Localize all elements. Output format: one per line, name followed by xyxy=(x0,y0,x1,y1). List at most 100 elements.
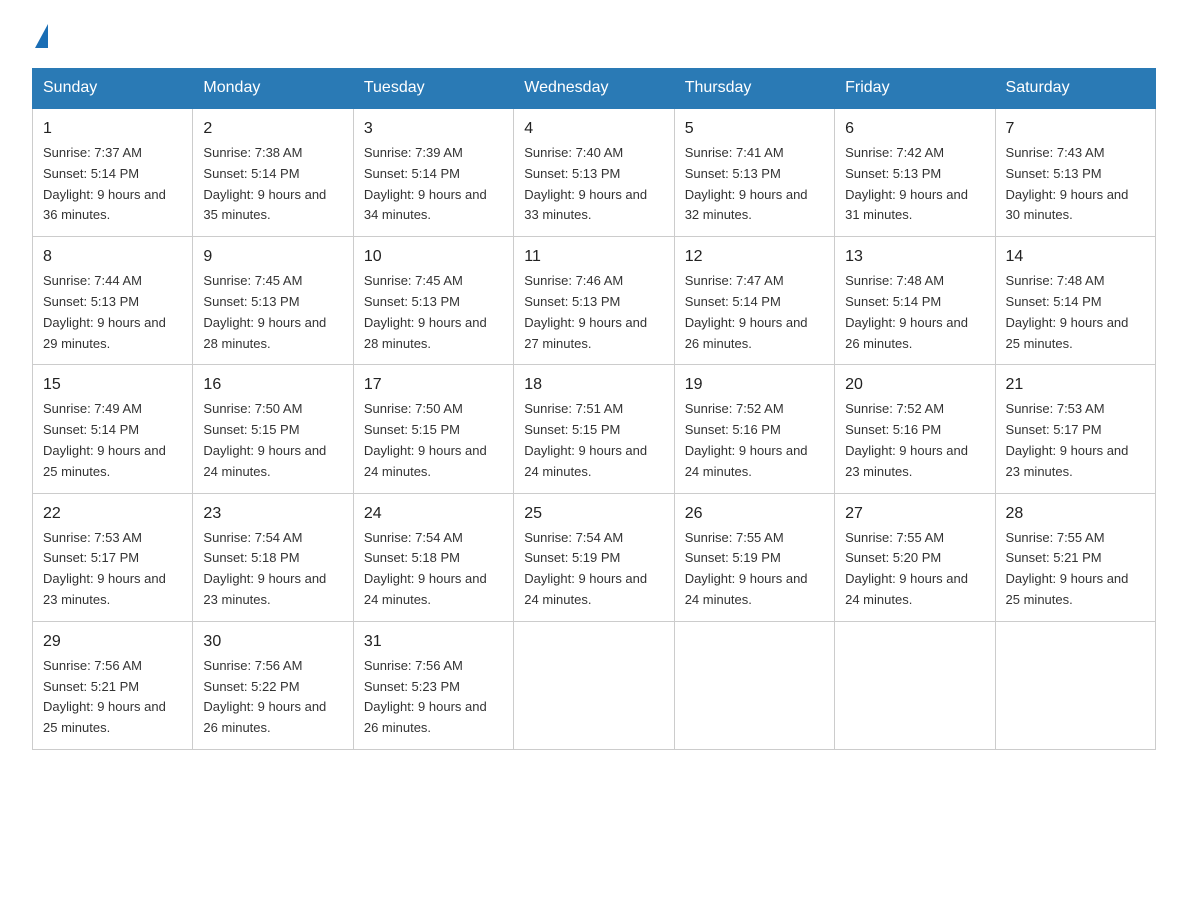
calendar-cell: 30 Sunrise: 7:56 AMSunset: 5:22 PMDayligh… xyxy=(193,621,353,749)
weekday-header-sunday: Sunday xyxy=(33,69,193,109)
day-info: Sunrise: 7:48 AMSunset: 5:14 PMDaylight:… xyxy=(845,273,968,350)
calendar-week-row: 1 Sunrise: 7:37 AMSunset: 5:14 PMDaylight… xyxy=(33,108,1156,237)
day-info: Sunrise: 7:42 AMSunset: 5:13 PMDaylight:… xyxy=(845,145,968,222)
day-info: Sunrise: 7:53 AMSunset: 5:17 PMDaylight:… xyxy=(43,530,166,607)
calendar-cell: 23Sunrise: 7:54 AMSunset: 5:18 PMDayligh… xyxy=(193,493,353,621)
day-number: 26 xyxy=(685,502,824,526)
day-number: 7 xyxy=(1006,117,1145,141)
day-info: Sunrise: 7:55 AMSunset: 5:21 PMDaylight:… xyxy=(1006,530,1129,607)
day-number: 13 xyxy=(845,245,984,269)
calendar-week-row: 29 Sunrise: 7:56 AMSunset: 5:21 PMDayligh… xyxy=(33,621,1156,749)
calendar-cell: 5Sunrise: 7:41 AMSunset: 5:13 PMDaylight… xyxy=(674,108,834,237)
calendar-cell: 12 Sunrise: 7:47 AMSunset: 5:14 PMDayligh… xyxy=(674,237,834,365)
day-number: 27 xyxy=(845,502,984,526)
calendar-cell: 27 Sunrise: 7:55 AMSunset: 5:20 PMDayligh… xyxy=(835,493,995,621)
calendar-cell: 18 Sunrise: 7:51 AMSunset: 5:15 PMDayligh… xyxy=(514,365,674,493)
day-info: Sunrise: 7:43 AMSunset: 5:13 PMDaylight:… xyxy=(1006,145,1129,222)
day-info: Sunrise: 7:50 AMSunset: 5:15 PMDaylight:… xyxy=(203,401,326,478)
calendar-cell: 22 Sunrise: 7:53 AMSunset: 5:17 PMDayligh… xyxy=(33,493,193,621)
weekday-header-wednesday: Wednesday xyxy=(514,69,674,109)
day-number: 14 xyxy=(1006,245,1145,269)
weekday-header-monday: Monday xyxy=(193,69,353,109)
calendar-cell: 14 Sunrise: 7:48 AMSunset: 5:14 PMDayligh… xyxy=(995,237,1155,365)
day-info: Sunrise: 7:56 AMSunset: 5:22 PMDaylight:… xyxy=(203,658,326,735)
day-info: Sunrise: 7:54 AMSunset: 5:19 PMDaylight:… xyxy=(524,530,647,607)
day-number: 6 xyxy=(845,117,984,141)
day-info: Sunrise: 7:44 AMSunset: 5:13 PMDaylight:… xyxy=(43,273,166,350)
calendar-cell: 20 Sunrise: 7:52 AMSunset: 5:16 PMDayligh… xyxy=(835,365,995,493)
day-number: 20 xyxy=(845,373,984,397)
page-header xyxy=(32,24,1156,48)
calendar-cell: 6 Sunrise: 7:42 AMSunset: 5:13 PMDaylight… xyxy=(835,108,995,237)
day-info: Sunrise: 7:54 AMSunset: 5:18 PMDaylight:… xyxy=(203,530,326,607)
day-number: 16 xyxy=(203,373,342,397)
calendar-cell: 11Sunrise: 7:46 AMSunset: 5:13 PMDayligh… xyxy=(514,237,674,365)
day-number: 8 xyxy=(43,245,182,269)
calendar-cell: 4Sunrise: 7:40 AMSunset: 5:13 PMDaylight… xyxy=(514,108,674,237)
day-number: 3 xyxy=(364,117,503,141)
day-number: 18 xyxy=(524,373,663,397)
calendar-cell: 2 Sunrise: 7:38 AMSunset: 5:14 PMDaylight… xyxy=(193,108,353,237)
day-info: Sunrise: 7:47 AMSunset: 5:14 PMDaylight:… xyxy=(685,273,808,350)
weekday-header-tuesday: Tuesday xyxy=(353,69,513,109)
day-info: Sunrise: 7:41 AMSunset: 5:13 PMDaylight:… xyxy=(685,145,808,222)
calendar-cell: 21Sunrise: 7:53 AMSunset: 5:17 PMDayligh… xyxy=(995,365,1155,493)
day-info: Sunrise: 7:45 AMSunset: 5:13 PMDaylight:… xyxy=(203,273,326,350)
day-info: Sunrise: 7:56 AMSunset: 5:23 PMDaylight:… xyxy=(364,658,487,735)
day-number: 28 xyxy=(1006,502,1145,526)
day-number: 31 xyxy=(364,630,503,654)
day-info: Sunrise: 7:55 AMSunset: 5:20 PMDaylight:… xyxy=(845,530,968,607)
day-info: Sunrise: 7:45 AMSunset: 5:13 PMDaylight:… xyxy=(364,273,487,350)
calendar-cell xyxy=(674,621,834,749)
calendar-body: 1 Sunrise: 7:37 AMSunset: 5:14 PMDaylight… xyxy=(33,108,1156,749)
day-number: 17 xyxy=(364,373,503,397)
day-number: 19 xyxy=(685,373,824,397)
calendar-cell: 1 Sunrise: 7:37 AMSunset: 5:14 PMDaylight… xyxy=(33,108,193,237)
day-info: Sunrise: 7:55 AMSunset: 5:19 PMDaylight:… xyxy=(685,530,808,607)
calendar-cell: 25 Sunrise: 7:54 AMSunset: 5:19 PMDayligh… xyxy=(514,493,674,621)
calendar-cell: 29 Sunrise: 7:56 AMSunset: 5:21 PMDayligh… xyxy=(33,621,193,749)
day-number: 29 xyxy=(43,630,182,654)
calendar-cell xyxy=(835,621,995,749)
weekday-header-row: SundayMondayTuesdayWednesdayThursdayFrid… xyxy=(33,69,1156,109)
day-number: 9 xyxy=(203,245,342,269)
day-info: Sunrise: 7:51 AMSunset: 5:15 PMDaylight:… xyxy=(524,401,647,478)
day-info: Sunrise: 7:38 AMSunset: 5:14 PMDaylight:… xyxy=(203,145,326,222)
day-number: 30 xyxy=(203,630,342,654)
calendar-cell: 31 Sunrise: 7:56 AMSunset: 5:23 PMDayligh… xyxy=(353,621,513,749)
calendar-cell xyxy=(514,621,674,749)
calendar-cell xyxy=(995,621,1155,749)
calendar-cell: 26 Sunrise: 7:55 AMSunset: 5:19 PMDayligh… xyxy=(674,493,834,621)
calendar-table: SundayMondayTuesdayWednesdayThursdayFrid… xyxy=(32,68,1156,750)
calendar-cell: 7 Sunrise: 7:43 AMSunset: 5:13 PMDaylight… xyxy=(995,108,1155,237)
day-info: Sunrise: 7:37 AMSunset: 5:14 PMDaylight:… xyxy=(43,145,166,222)
day-info: Sunrise: 7:46 AMSunset: 5:13 PMDaylight:… xyxy=(524,273,647,350)
calendar-cell: 19 Sunrise: 7:52 AMSunset: 5:16 PMDayligh… xyxy=(674,365,834,493)
calendar-cell: 13 Sunrise: 7:48 AMSunset: 5:14 PMDayligh… xyxy=(835,237,995,365)
logo-triangle-icon xyxy=(35,24,48,48)
day-info: Sunrise: 7:40 AMSunset: 5:13 PMDaylight:… xyxy=(524,145,647,222)
calendar-week-row: 15Sunrise: 7:49 AMSunset: 5:14 PMDayligh… xyxy=(33,365,1156,493)
weekday-header-saturday: Saturday xyxy=(995,69,1155,109)
day-info: Sunrise: 7:48 AMSunset: 5:14 PMDaylight:… xyxy=(1006,273,1129,350)
day-number: 12 xyxy=(685,245,824,269)
calendar-cell: 9 Sunrise: 7:45 AMSunset: 5:13 PMDaylight… xyxy=(193,237,353,365)
weekday-header-thursday: Thursday xyxy=(674,69,834,109)
day-info: Sunrise: 7:52 AMSunset: 5:16 PMDaylight:… xyxy=(685,401,808,478)
day-info: Sunrise: 7:52 AMSunset: 5:16 PMDaylight:… xyxy=(845,401,968,478)
calendar-cell: 28 Sunrise: 7:55 AMSunset: 5:21 PMDayligh… xyxy=(995,493,1155,621)
day-number: 24 xyxy=(364,502,503,526)
day-number: 10 xyxy=(364,245,503,269)
calendar-cell: 3 Sunrise: 7:39 AMSunset: 5:14 PMDaylight… xyxy=(353,108,513,237)
day-number: 21 xyxy=(1006,373,1145,397)
day-number: 2 xyxy=(203,117,342,141)
day-info: Sunrise: 7:39 AMSunset: 5:14 PMDaylight:… xyxy=(364,145,487,222)
day-info: Sunrise: 7:50 AMSunset: 5:15 PMDaylight:… xyxy=(364,401,487,478)
day-number: 22 xyxy=(43,502,182,526)
day-number: 1 xyxy=(43,117,182,141)
day-number: 15 xyxy=(43,373,182,397)
day-info: Sunrise: 7:54 AMSunset: 5:18 PMDaylight:… xyxy=(364,530,487,607)
day-number: 25 xyxy=(524,502,663,526)
day-info: Sunrise: 7:56 AMSunset: 5:21 PMDaylight:… xyxy=(43,658,166,735)
calendar-week-row: 22 Sunrise: 7:53 AMSunset: 5:17 PMDayligh… xyxy=(33,493,1156,621)
